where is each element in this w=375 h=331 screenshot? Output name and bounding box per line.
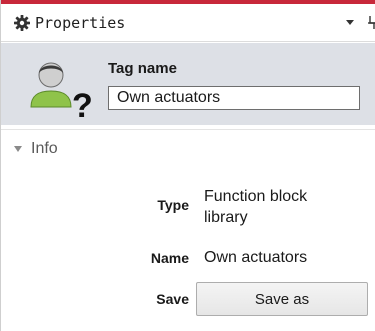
- panel-title: Properties: [35, 14, 126, 32]
- tag-name-label: Tag name: [108, 60, 177, 77]
- type-label: Type: [157, 197, 189, 213]
- properties-panel: Properties ? Tag name Info: [0, 0, 375, 331]
- type-value: Function block library: [204, 188, 308, 226]
- name-value: Own actuators: [204, 249, 308, 266]
- user-unknown-icon: ?: [30, 62, 93, 119]
- svg-text:?: ?: [72, 87, 93, 119]
- tag-header: ? Tag name: [1, 43, 375, 125]
- info-section-toggle[interactable]: Info: [13, 138, 58, 160]
- dropdown-arrow-icon[interactable]: [344, 16, 356, 28]
- panel-titlebar: Properties: [1, 4, 375, 42]
- collapse-triangle-icon: [14, 146, 22, 152]
- name-label: Name: [150, 250, 189, 266]
- info-section-title: Info: [31, 140, 58, 157]
- gear-icon: [14, 15, 30, 31]
- save-label: Save: [156, 291, 189, 307]
- divider: [1, 129, 375, 130]
- save-as-button[interactable]: Save as: [196, 282, 368, 316]
- tag-name-input[interactable]: [108, 86, 360, 110]
- pin-icon[interactable]: [367, 14, 375, 30]
